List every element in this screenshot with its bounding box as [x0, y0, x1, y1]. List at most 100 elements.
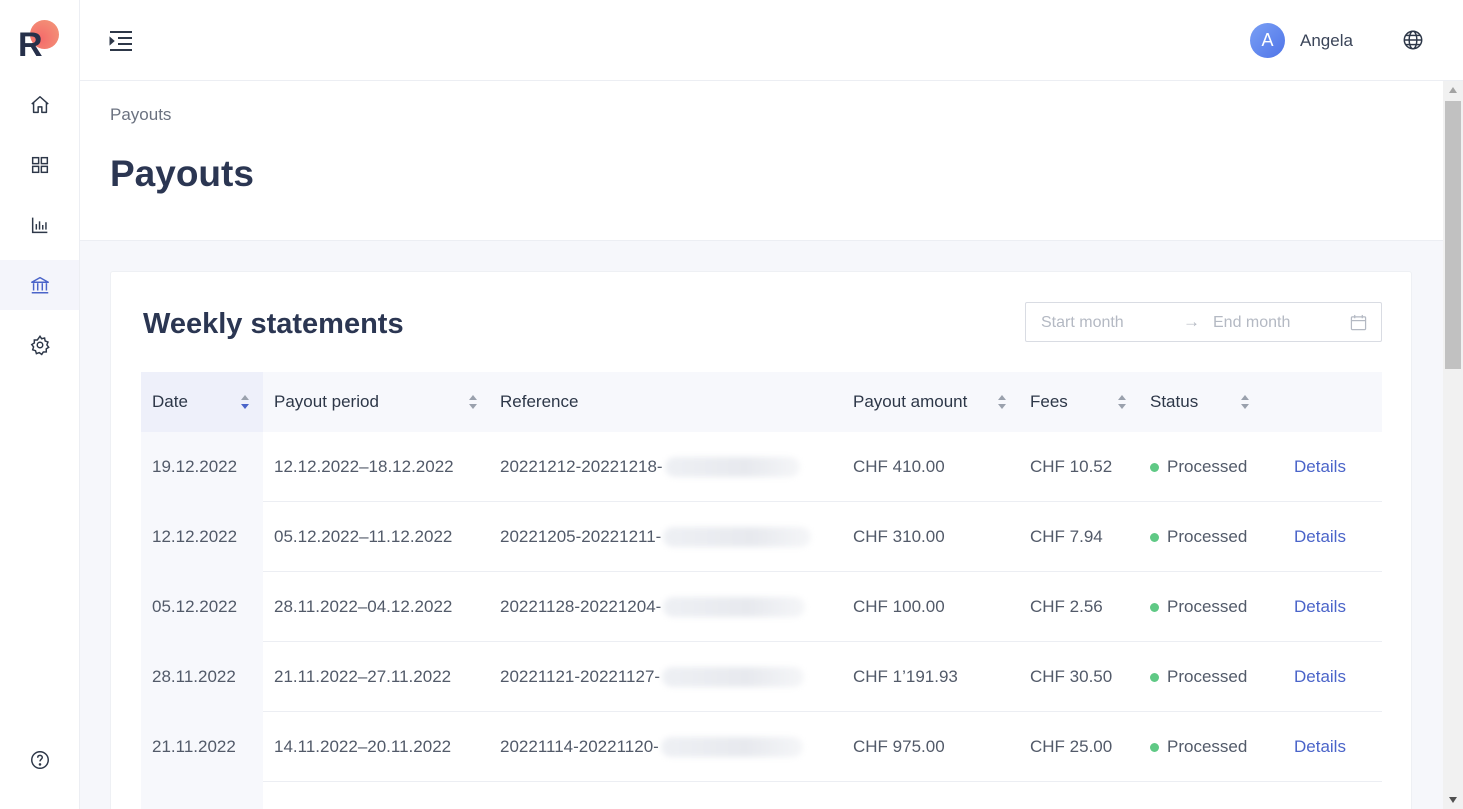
table-row: 28.11.2022 21.11.2022–27.11.2022 2022112…	[141, 642, 1382, 712]
sidebar-item-settings[interactable]	[0, 320, 79, 370]
cell-fees: CHF 25.00	[1030, 737, 1113, 756]
column-label-period: Payout period	[274, 392, 379, 411]
gear-icon	[30, 335, 50, 356]
cell-amount: CHF 410.00	[853, 457, 945, 476]
redacted-reference	[660, 737, 803, 757]
cell-period: 28.11.2022–04.12.2022	[274, 597, 453, 616]
app-logo[interactable]: R	[18, 20, 62, 62]
cell-amount: CHF 310.00	[853, 527, 945, 546]
details-link[interactable]: Details	[1294, 642, 1346, 712]
scroll-up-arrow-icon[interactable]	[1449, 87, 1457, 93]
home-icon	[30, 96, 49, 114]
cell-reference: 20221212-20221218-	[500, 432, 800, 502]
bar-chart-icon	[31, 217, 47, 234]
statements-table: Date Payout period Reference Payout amou…	[141, 372, 1382, 809]
column-header-amount[interactable]: Payout amount	[853, 372, 1023, 432]
table-row: 19.12.2022 12.12.2022–18.12.2022 2022121…	[141, 432, 1382, 502]
avatar[interactable]: A	[1250, 23, 1285, 58]
cell-reference: 20221128-20221204-	[500, 572, 806, 642]
sort-icon-fees[interactable]	[1117, 392, 1127, 412]
help-icon	[30, 751, 49, 769]
top-header: A Angela	[80, 0, 1463, 81]
reference-text: 20221212-20221218-	[500, 457, 663, 476]
sort-icon-amount[interactable]	[997, 392, 1007, 412]
details-link[interactable]: Details	[1294, 712, 1346, 782]
sidebar-item-help[interactable]	[0, 735, 79, 785]
sidebar-item-home[interactable]	[0, 80, 79, 130]
sidebar-item-dashboard[interactable]	[0, 140, 79, 190]
cell-status: Processed	[1150, 432, 1247, 502]
redacted-reference	[663, 597, 806, 617]
sidebar-item-payouts[interactable]	[0, 260, 79, 310]
cell-amount: CHF 1’191.93	[853, 667, 958, 686]
menu-toggle-icon[interactable]	[108, 28, 134, 54]
cell-reference: 20221121-20221127-	[500, 642, 805, 712]
cell-reference: 20221205-20221211-	[500, 502, 812, 572]
status-text: Processed	[1167, 667, 1248, 686]
cell-status: Processed	[1150, 572, 1247, 642]
cell-fees: CHF 7.94	[1030, 527, 1103, 546]
column-header-fees[interactable]: Fees	[1030, 372, 1140, 432]
details-link[interactable]: Details	[1294, 432, 1346, 502]
status-dot-icon	[1150, 602, 1159, 612]
column-header-status[interactable]: Status	[1150, 372, 1270, 432]
calendar-icon	[1350, 314, 1367, 331]
status-dot-icon	[1150, 672, 1159, 682]
column-label-amount: Payout amount	[853, 392, 968, 411]
column-label-reference: Reference	[500, 392, 579, 411]
cell-date: 05.12.2022	[141, 572, 263, 642]
page-header: Payouts Payouts	[80, 81, 1443, 241]
month-range-picker[interactable]: Start month → End month	[1025, 302, 1382, 342]
sort-icon-status[interactable]	[1240, 392, 1250, 412]
page-title: Payouts	[110, 153, 254, 194]
cell-date: 21.11.2022	[141, 712, 263, 782]
cell-status: Processed	[1150, 712, 1247, 782]
cell-period: 14.11.2022–20.11.2022	[274, 737, 452, 756]
details-link[interactable]: Details	[1294, 502, 1346, 572]
details-link[interactable]: Details	[1294, 572, 1346, 642]
cell-date-empty	[141, 782, 263, 809]
scroll-down-arrow-icon[interactable]	[1449, 797, 1457, 803]
sort-icon-date[interactable]	[240, 392, 250, 412]
cell-date: 19.12.2022	[141, 432, 263, 502]
grid-icon	[31, 156, 48, 174]
cell-period: 05.12.2022–11.12.2022	[274, 527, 453, 546]
user-name[interactable]: Angela	[1300, 31, 1353, 51]
end-month-input[interactable]: End month	[1213, 314, 1290, 332]
cell-fees: CHF 30.50	[1030, 667, 1113, 686]
status-dot-icon	[1150, 462, 1159, 472]
cell-amount: CHF 100.00	[853, 597, 945, 616]
reference-text: 20221121-20221127-	[500, 667, 661, 686]
cell-status: Processed	[1150, 642, 1247, 712]
column-header-reference: Reference	[500, 372, 840, 432]
sidebar: R	[0, 0, 80, 809]
table-row: 21.11.2022 14.11.2022–20.11.2022 2022111…	[141, 712, 1382, 782]
reference-text: 20221114-20221120-	[500, 737, 659, 756]
column-label-status: Status	[1150, 392, 1199, 411]
status-text: Processed	[1167, 457, 1248, 476]
range-arrow-icon: →	[1183, 312, 1200, 331]
card-title: Weekly statements	[143, 308, 404, 340]
column-header-period[interactable]: Payout period	[263, 372, 490, 432]
breadcrumb[interactable]: Payouts	[110, 105, 171, 125]
cell-reference: 20221114-20221120-	[500, 712, 803, 782]
reference-text: 20221205-20221211-	[500, 527, 662, 546]
cell-date: 12.12.2022	[141, 502, 263, 572]
status-text: Processed	[1167, 597, 1248, 616]
redacted-reference	[662, 667, 805, 687]
scrollbar[interactable]	[1443, 81, 1463, 809]
scroll-thumb[interactable]	[1445, 101, 1461, 369]
cell-fees: CHF 2.56	[1030, 597, 1103, 616]
reference-text: 20221128-20221204-	[500, 597, 662, 616]
cell-period: 21.11.2022–27.11.2022	[274, 667, 452, 686]
globe-icon[interactable]	[1402, 29, 1424, 51]
table-row-partial	[141, 782, 1382, 809]
sort-icon-period[interactable]	[468, 392, 478, 412]
status-text: Processed	[1167, 737, 1248, 756]
redacted-reference	[663, 527, 812, 547]
column-label-fees: Fees	[1030, 392, 1068, 411]
sidebar-item-reports[interactable]	[0, 200, 79, 250]
start-month-input[interactable]: Start month	[1041, 314, 1124, 332]
logo-letter: R	[18, 26, 43, 64]
column-header-date[interactable]: Date	[141, 372, 263, 432]
